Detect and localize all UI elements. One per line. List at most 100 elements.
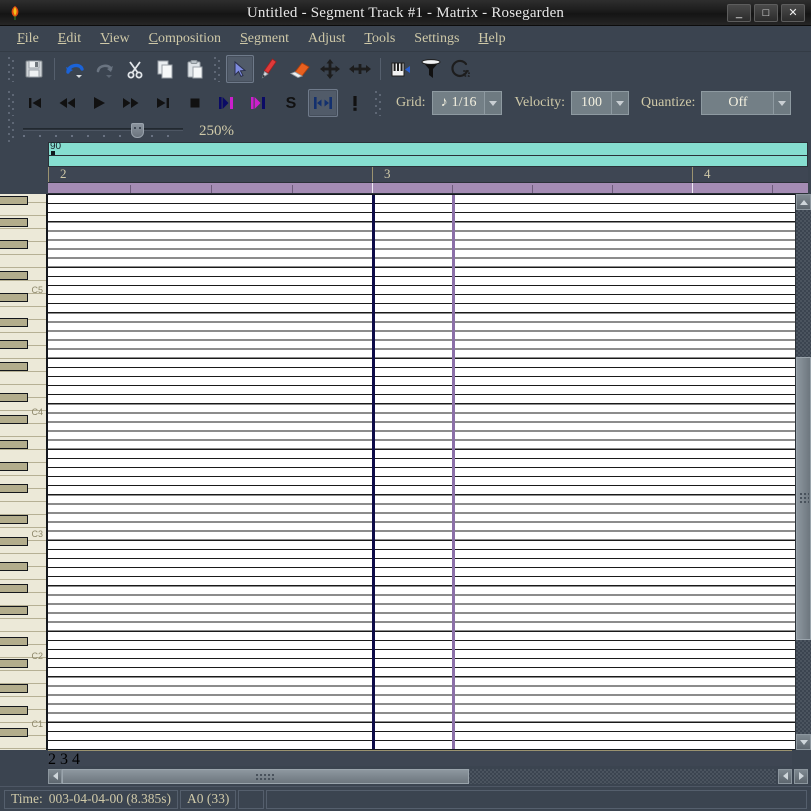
rewind-to-start-icon[interactable] [20,89,50,117]
insert-pointer[interactable] [452,195,455,749]
loop-start-icon[interactable] [212,89,242,117]
vertical-scrollbar[interactable] [795,194,811,750]
quantize-label: Quantize: [641,95,696,110]
quantize-chevron-down-icon[interactable] [773,91,792,115]
play-icon[interactable] [84,89,114,117]
velocity-combobox[interactable]: 100 [571,91,629,115]
window-title: Untitled - Segment Track #1 - Matrix - R… [246,5,565,21]
grid-combobox-face[interactable]: ♪ 1/16 [431,91,485,115]
window-buttons: _ □ ✕ [727,3,811,22]
bar-number-3-bottom: 3 [60,751,68,766]
playback-pointer[interactable] [372,195,375,749]
forward-to-end-icon[interactable] [148,89,178,117]
bar-ruler-bottom[interactable]: 2 3 4 [48,750,792,766]
quantize-value[interactable]: Off [701,91,774,115]
menu-bar: File Edit View Composition Segment Adjus… [0,26,811,52]
move-tool-icon[interactable] [316,55,344,83]
scroll-down-button[interactable] [796,734,811,750]
scroll-right-button[interactable] [794,768,808,784]
toolbar-separator-2 [380,58,381,80]
grid-chevron-down-icon[interactable] [484,91,503,115]
scroll-up-button[interactable] [796,194,811,210]
bar-ruler-top[interactable]: 2 3 4 [48,167,808,183]
menu-adjust-label: Adjust [308,30,346,46]
svg-text:S: S [286,95,297,112]
horizontal-scroll-thumb[interactable] [62,768,469,784]
maximize-button[interactable]: □ [754,3,778,22]
status-extra2-cell [266,789,807,809]
transport-grip[interactable] [7,90,16,116]
menu-tools-rest: ools [371,30,396,46]
tool-toolbar-grip[interactable] [213,56,222,82]
key-label-c3: C3 [31,529,43,539]
select-tool-icon[interactable] [226,55,254,83]
erase-tool-icon[interactable] [286,55,314,83]
menu-tools[interactable]: Tools [355,28,404,50]
menu-file[interactable]: File [8,28,48,50]
grid-value: 1/16 [451,95,477,110]
segment-loop-ruler[interactable] [48,183,808,194]
rewind-icon[interactable] [52,89,82,117]
save-icon[interactable] [20,55,48,83]
key-label-c4: C4 [31,407,43,417]
filter-icon[interactable] [417,55,445,83]
key-label-c5: C5 [31,285,43,295]
rosegarden-icon [4,2,26,24]
grid-combobox[interactable]: ♪ 1/16 [431,91,503,115]
zoom-percent-label: 250% [199,122,234,139]
matrix-editor-area: C5 C4 C3 C2 C1 [0,194,811,750]
copy-icon[interactable] [151,55,179,83]
scroll-left-button-2[interactable] [778,768,792,784]
scroll-left-button[interactable] [48,768,62,784]
draw-tool-icon[interactable] [256,55,284,83]
menu-help[interactable]: Help [469,28,514,50]
tempo-ruler[interactable]: 90 [48,141,808,156]
menu-segment[interactable]: Segment [231,28,298,50]
vertical-scroll-thumb[interactable] [796,356,811,640]
velocity-chevron-down-icon[interactable] [611,91,629,115]
tempo-handle[interactable] [51,151,55,155]
zoom-slider[interactable] [23,123,183,139]
minimize-button[interactable]: _ [727,3,751,22]
eighth-note-icon: ♪ [440,95,448,110]
bar-number-4-top: 4 [704,167,711,181]
velocity-value[interactable]: 100 [571,91,611,115]
menu-composition-rest: omposition [157,30,221,46]
quantize-combobox[interactable]: Off [701,91,792,115]
chord-insert-icon[interactable] [387,55,415,83]
menu-composition[interactable]: Composition [140,28,230,50]
cut-icon[interactable] [121,55,149,83]
menu-settings[interactable]: Settings [405,28,468,50]
menu-view-rest: iew [109,30,130,46]
zoom-slider-thumb[interactable] [131,123,144,138]
loop-icon[interactable] [447,55,475,83]
vertical-scroll-trough[interactable] [796,210,811,734]
zoom-slider-track [23,128,183,131]
status-pitch-cell: A0 (33) [180,789,237,809]
tracking-icon[interactable] [308,89,338,117]
loop-end-icon[interactable] [244,89,274,117]
undo-icon[interactable] [61,55,89,83]
zoom-grip[interactable] [7,118,16,144]
panic-icon[interactable] [340,89,370,117]
fast-forward-icon[interactable] [116,89,146,117]
menu-help-rest: elp [488,30,506,46]
stop-icon[interactable] [180,89,210,117]
matrix-note-canvas[interactable] [48,194,795,750]
menu-view[interactable]: View [91,28,139,50]
toolbar-grip[interactable] [7,56,16,82]
piano-keyboard[interactable]: C5 C4 C3 C2 C1 [0,194,48,750]
redo-icon[interactable] [91,55,119,83]
chord-name-ruler[interactable] [48,156,808,167]
paste-icon[interactable] [181,55,209,83]
horizontal-scroll-trough[interactable] [62,768,776,784]
menu-adjust[interactable]: Adjust [299,28,354,50]
controls-grip[interactable] [374,90,383,116]
solo-icon[interactable]: S [276,89,306,117]
bar-number-2-top: 2 [60,167,67,181]
close-button[interactable]: ✕ [781,3,805,22]
bar-number-4-bottom: 4 [72,751,80,766]
menu-edit[interactable]: Edit [49,28,90,50]
resize-tool-icon[interactable] [346,55,374,83]
horizontal-scrollbar[interactable] [0,766,811,786]
